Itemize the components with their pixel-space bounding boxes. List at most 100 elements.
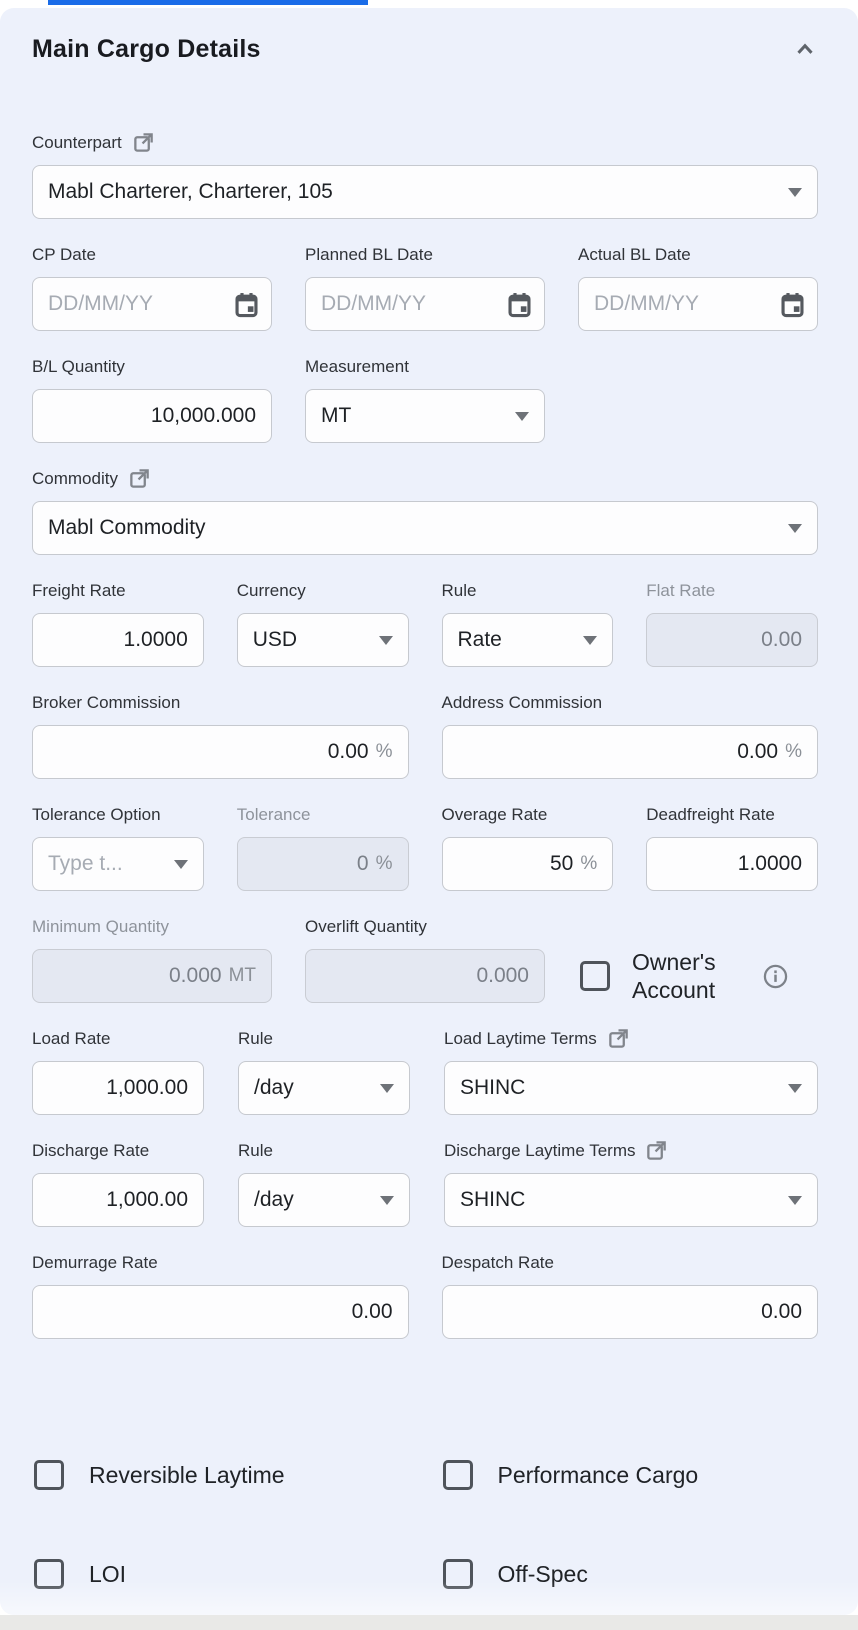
percent-unit: % <box>376 853 393 875</box>
bl-quantity-label: B/L Quantity <box>32 356 272 377</box>
flat-rate-input: 0.00 <box>646 613 818 667</box>
commodity-label: Commodity <box>32 468 818 489</box>
load-laytime-terms-group: Load Laytime Terms SHINC <box>444 1028 818 1115</box>
cp-date-input[interactable]: DD/MM/YY <box>32 277 272 331</box>
address-commission-group: Address Commission 0.00 % <box>442 692 819 779</box>
caret-down-icon <box>515 412 529 421</box>
cp-date-group: CP Date DD/MM/YY <box>32 244 272 331</box>
loi-label: LOI <box>89 1561 126 1588</box>
overage-rate-group: Overage Rate 50 % <box>442 804 614 891</box>
despatch-rate-label: Despatch Rate <box>442 1252 819 1273</box>
freight-rule-select[interactable]: Rate <box>442 613 614 667</box>
load-laytime-terms-select[interactable]: SHINC <box>444 1061 818 1115</box>
external-link-icon[interactable] <box>132 131 155 154</box>
measurement-label: Measurement <box>305 356 545 377</box>
owners-account-group: Owner's Account <box>580 949 818 1003</box>
despatch-rate-input[interactable]: 0.00 <box>442 1285 819 1339</box>
currency-select[interactable]: USD <box>237 613 409 667</box>
caret-down-icon <box>788 188 802 197</box>
discharge-rate-input[interactable]: 1,000.00 <box>32 1173 204 1227</box>
caret-down-icon <box>583 636 597 645</box>
mt-unit: MT <box>229 965 256 987</box>
freight-rate-input[interactable]: 1.0000 <box>32 613 204 667</box>
off-spec-checkbox[interactable] <box>443 1559 473 1589</box>
loi-checkbox[interactable] <box>34 1559 64 1589</box>
planned-bl-date-group: Planned BL Date DD/MM/YY <box>305 244 545 331</box>
loi-checkbox-item[interactable]: LOI <box>34 1559 410 1589</box>
overlift-quantity-group: Overlift Quantity 0.000 <box>305 916 545 1003</box>
performance-cargo-label: Performance Cargo <box>498 1462 699 1489</box>
load-rule-group: Rule /day <box>238 1028 410 1115</box>
panel-header: Main Cargo Details <box>32 34 818 64</box>
load-rate-input[interactable]: 1,000.00 <box>32 1061 204 1115</box>
discharge-laytime-terms-select[interactable]: SHINC <box>444 1173 818 1227</box>
off-spec-checkbox-item[interactable]: Off-Spec <box>443 1559 819 1589</box>
collapse-chevron-up-icon[interactable] <box>792 36 818 62</box>
currency-group: Currency USD <box>237 580 409 667</box>
tolerance-option-label: Tolerance Option <box>32 804 204 825</box>
percent-unit: % <box>376 741 393 763</box>
deadfreight-rate-label: Deadfreight Rate <box>646 804 818 825</box>
discharge-rate-label: Discharge Rate <box>32 1140 204 1161</box>
address-commission-input[interactable]: 0.00 % <box>442 725 819 779</box>
reversible-laytime-checkbox[interactable] <box>34 1460 64 1490</box>
commodity-group: Commodity Mabl Commodity <box>32 468 818 555</box>
reversible-laytime-label: Reversible Laytime <box>89 1462 285 1489</box>
actual-bl-date-input[interactable]: DD/MM/YY <box>578 277 818 331</box>
cp-date-label: CP Date <box>32 244 272 265</box>
overlift-quantity-input: 0.000 <box>305 949 545 1003</box>
percent-unit: % <box>785 741 802 763</box>
discharge-rule-label: Rule <box>238 1140 410 1161</box>
tolerance-input: 0 % <box>237 837 409 891</box>
performance-cargo-checkbox[interactable] <box>443 1460 473 1490</box>
commodity-select[interactable]: Mabl Commodity <box>32 501 818 555</box>
load-rule-select[interactable]: /day <box>238 1061 410 1115</box>
caret-down-icon <box>380 1084 394 1093</box>
measurement-select[interactable]: MT <box>305 389 545 443</box>
bl-quantity-input[interactable]: 10,000.000 <box>32 389 272 443</box>
demurrage-rate-input[interactable]: 0.00 <box>32 1285 409 1339</box>
percent-unit: % <box>580 853 597 875</box>
discharge-rule-select[interactable]: /day <box>238 1173 410 1227</box>
bl-quantity-group: B/L Quantity 10,000.000 <box>32 356 272 443</box>
counterpart-select[interactable]: Mabl Charterer, Charterer, 105 <box>32 165 818 219</box>
overage-rate-label: Overage Rate <box>442 804 614 825</box>
freight-rate-label: Freight Rate <box>32 580 204 601</box>
despatch-rate-group: Despatch Rate 0.00 <box>442 1252 819 1339</box>
discharge-rule-group: Rule /day <box>238 1140 410 1227</box>
page-title: Main Cargo Details <box>32 35 261 64</box>
measurement-group: Measurement MT <box>305 356 545 443</box>
minimum-quantity-label: Minimum Quantity <box>32 916 272 937</box>
tolerance-group: Tolerance 0 % <box>237 804 409 891</box>
reversible-laytime-checkbox-item[interactable]: Reversible Laytime <box>34 1460 410 1490</box>
load-rate-group: Load Rate 1,000.00 <box>32 1028 204 1115</box>
counterpart-label: Counterpart <box>32 132 818 153</box>
main-cargo-details-panel: Main Cargo Details Counterpart Mabl Char… <box>0 8 858 1615</box>
external-link-icon[interactable] <box>645 1139 668 1162</box>
flat-rate-label: Flat Rate <box>646 580 818 601</box>
currency-label: Currency <box>237 580 409 601</box>
external-link-icon[interactable] <box>607 1027 630 1050</box>
deadfreight-rate-input[interactable]: 1.0000 <box>646 837 818 891</box>
broker-commission-group: Broker Commission 0.00 % <box>32 692 409 779</box>
freight-rule-group: Rule Rate <box>442 580 614 667</box>
page-background-strip <box>0 1615 858 1630</box>
caret-down-icon <box>380 1196 394 1205</box>
calendar-icon[interactable] <box>779 291 806 318</box>
calendar-icon[interactable] <box>506 291 533 318</box>
overlift-quantity-label: Overlift Quantity <box>305 916 545 937</box>
owners-account-checkbox[interactable] <box>580 961 610 991</box>
calendar-icon[interactable] <box>233 291 260 318</box>
active-tab-indicator <box>48 0 368 5</box>
freight-rule-label: Rule <box>442 580 614 601</box>
off-spec-label: Off-Spec <box>498 1561 588 1588</box>
minimum-quantity-input: 0.000 MT <box>32 949 272 1003</box>
performance-cargo-checkbox-item[interactable]: Performance Cargo <box>443 1460 819 1490</box>
tolerance-option-select[interactable]: Type t... <box>32 837 204 891</box>
broker-commission-input[interactable]: 0.00 % <box>32 725 409 779</box>
overage-rate-input[interactable]: 50 % <box>442 837 614 891</box>
planned-bl-date-input[interactable]: DD/MM/YY <box>305 277 545 331</box>
info-icon[interactable] <box>762 963 789 990</box>
external-link-icon[interactable] <box>128 467 151 490</box>
discharge-laytime-terms-label: Discharge Laytime Terms <box>444 1140 818 1161</box>
